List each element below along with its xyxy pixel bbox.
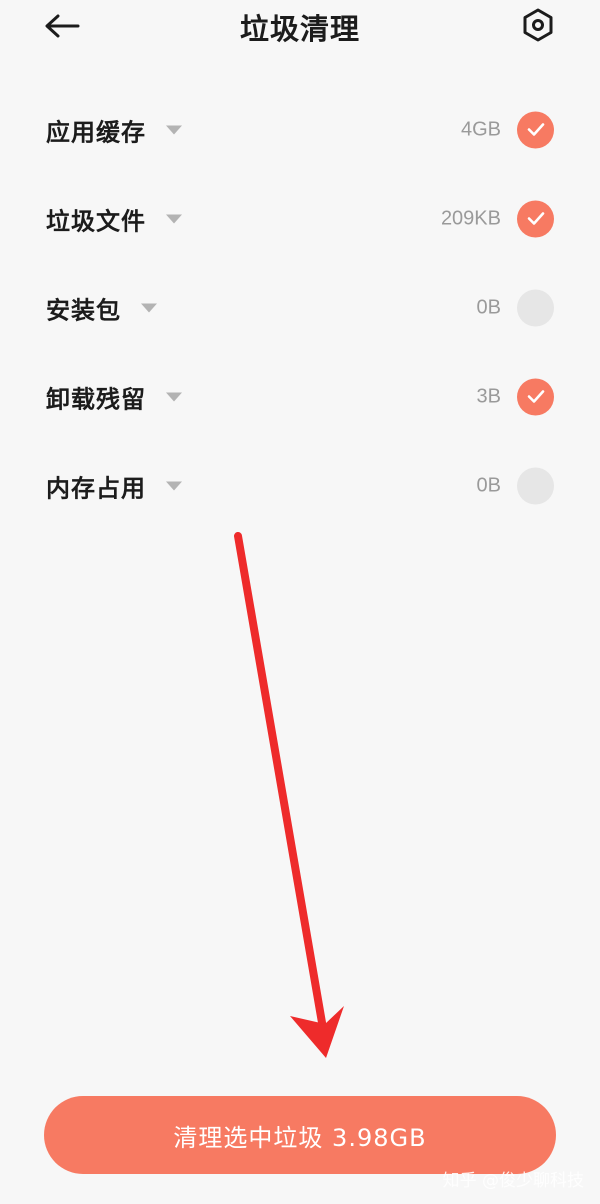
arrow-head [290, 1006, 344, 1058]
select-checkbox[interactable] [517, 200, 554, 237]
category-size: 209KB [440, 207, 501, 229]
checkmark-icon [527, 390, 544, 403]
checkmark-icon [527, 123, 544, 136]
watermark: 知乎 @俊少聊科技 [442, 1171, 584, 1191]
select-checkbox[interactable] [517, 467, 554, 504]
settings-button[interactable] [518, 4, 558, 46]
settings-hexagon-icon [523, 8, 553, 42]
junk-category-list: 应用缓存 4GB 垃圾文件 209KB 安装包 0B 卸载残留 3B 内存占用 … [0, 85, 600, 530]
header: 垃圾清理 [0, 0, 600, 56]
category-label: 内存占用 [46, 474, 146, 502]
list-item[interactable]: 安装包 0B [0, 263, 600, 352]
category-label: 应用缓存 [46, 118, 146, 146]
arrow-shaft [234, 532, 329, 1044]
list-item[interactable]: 垃圾文件 209KB [0, 174, 600, 263]
clean-selected-button[interactable]: 清理选中垃圾 3.98GB [44, 1096, 556, 1174]
category-label: 卸载残留 [46, 385, 146, 413]
caret-down-icon[interactable] [166, 214, 182, 223]
list-item[interactable]: 应用缓存 4GB [0, 85, 600, 174]
category-label: 垃圾文件 [46, 207, 146, 235]
caret-down-icon[interactable] [141, 303, 157, 312]
category-size: 3B [476, 385, 501, 407]
category-label: 安装包 [46, 296, 121, 324]
caret-down-icon[interactable] [166, 392, 182, 401]
caret-down-icon[interactable] [166, 125, 182, 134]
list-item[interactable]: 内存占用 0B [0, 441, 600, 530]
junk-cleaner-screen: 垃圾清理 应用缓存 4GB 垃圾文件 209KB 安装包 0B 卸载残留 3B … [0, 0, 600, 1204]
caret-down-icon[interactable] [166, 481, 182, 490]
select-checkbox[interactable] [517, 289, 554, 326]
category-size: 0B [476, 296, 501, 318]
select-checkbox[interactable] [517, 378, 554, 415]
category-size: 0B [476, 474, 501, 496]
select-checkbox[interactable] [517, 111, 554, 148]
checkmark-icon [527, 212, 544, 225]
page-title: 垃圾清理 [239, 12, 360, 46]
list-item[interactable]: 卸载残留 3B [0, 352, 600, 441]
category-size: 4GB [460, 118, 501, 140]
